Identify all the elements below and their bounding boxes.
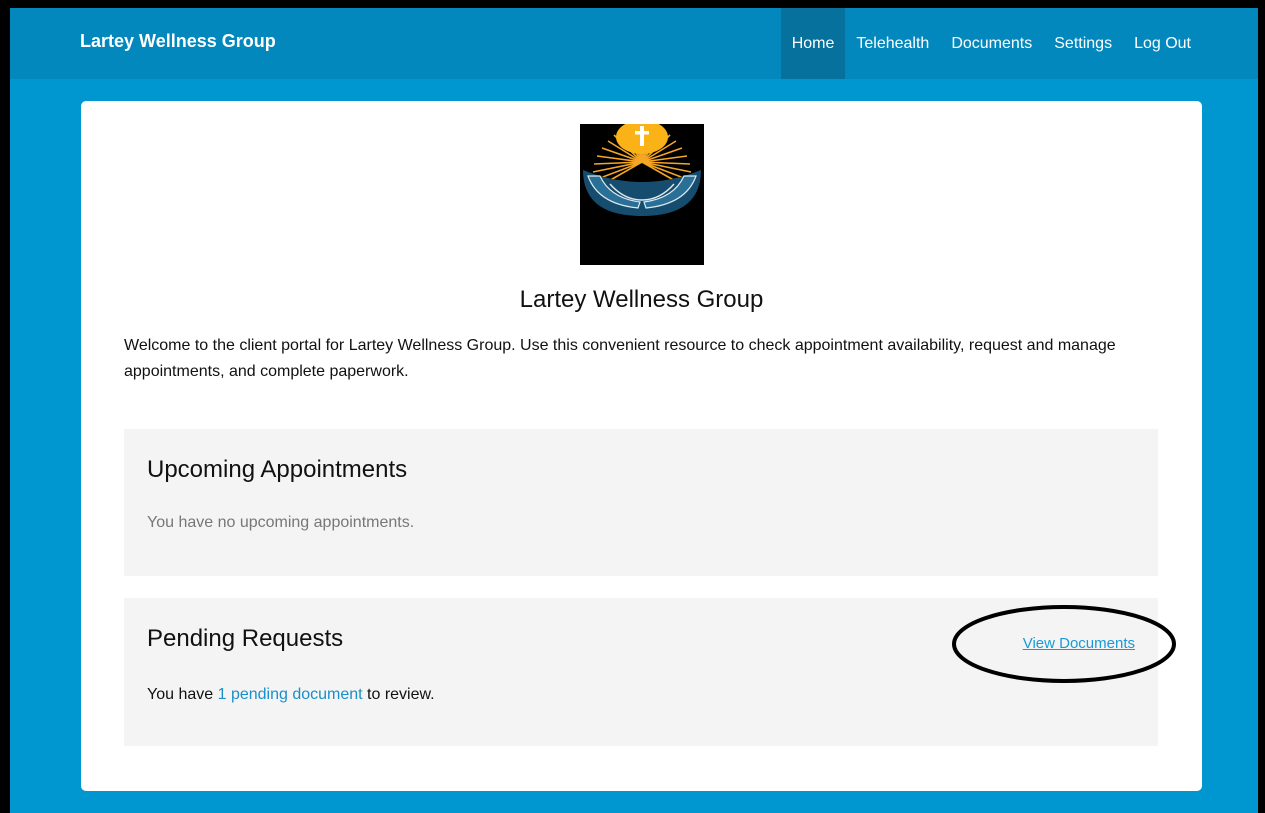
pending-text-after: to review. <box>362 686 435 703</box>
nav-home[interactable]: Home <box>780 8 846 79</box>
appointments-heading: Upcoming Appointments <box>147 456 408 483</box>
pending-text-before: You have <box>147 686 218 703</box>
browser-viewport: Lartey Wellness Group Home Telehealth Do… <box>10 8 1258 813</box>
organization-title: Lartey Wellness Group <box>519 286 764 313</box>
brand-link[interactable]: Lartey Wellness Group <box>80 31 276 52</box>
main-nav: Home Telehealth Documents Settings Log O… <box>780 8 1202 79</box>
pending-summary: You have 1 pending document to review. <box>147 686 435 704</box>
welcome-text: Welcome to the client portal for Lartey … <box>124 337 1116 380</box>
pending-requests-heading: Pending Requests <box>147 625 344 652</box>
no-appointments-message: You have no upcoming appointments. <box>147 514 415 531</box>
nav-telehealth[interactable]: Telehealth <box>845 8 940 79</box>
organization-logo <box>580 124 704 265</box>
praying-hands-cross-sun-icon <box>583 124 701 216</box>
nav-log-out[interactable]: Log Out <box>1123 8 1202 79</box>
top-navbar: Lartey Wellness Group Home Telehealth Do… <box>10 8 1258 79</box>
pending-document-link[interactable]: 1 pending document <box>218 686 363 703</box>
nav-documents[interactable]: Documents <box>940 8 1043 79</box>
view-documents-link[interactable]: View Documents <box>1023 635 1135 652</box>
pending-requests-panel: Pending Requests You have 1 pending docu… <box>124 598 1176 746</box>
main-card: Lartey Wellness Group Welcome to the cli… <box>81 101 1202 791</box>
upcoming-appointments-panel: Upcoming Appointments You have no upcomi… <box>124 429 1158 576</box>
nav-settings[interactable]: Settings <box>1043 8 1123 79</box>
